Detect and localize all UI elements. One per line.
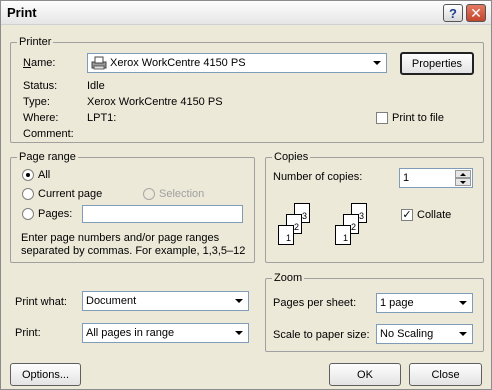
title-bar[interactable]: Print ? ✕ [1, 1, 491, 25]
chevron-down-icon[interactable] [455, 295, 471, 311]
number-of-copies-spinner[interactable]: 1 [399, 168, 473, 188]
type-value: Xerox WorkCentre 4150 PS [87, 96, 223, 108]
scale-value: No Scaling [380, 328, 434, 340]
properties-button[interactable]: Properties [400, 52, 474, 75]
printer-icon [91, 56, 107, 70]
copies-group-label: Copies [272, 151, 311, 163]
print-dialog: Print ? ✕ Printer Name: Xerox WorkCentre… [0, 0, 492, 390]
all-radio[interactable] [22, 169, 34, 181]
print-what-select[interactable]: Document [82, 291, 249, 311]
pages-input[interactable] [82, 205, 243, 223]
print-what-label: Print what: [15, 296, 67, 308]
window-title: Print [7, 5, 37, 20]
printer-group-label: Printer [17, 36, 54, 48]
close-button[interactable]: Close [409, 363, 482, 386]
where-value: LPT1: [87, 112, 117, 124]
page-range-help-line1: Enter page numbers and/or page ranges [21, 232, 220, 244]
status-label: Status: [23, 80, 58, 92]
print-what-value: Document [86, 295, 137, 307]
number-of-copies-value: 1 [403, 172, 410, 184]
collate-page: 1 [278, 225, 294, 245]
chevron-down-icon[interactable] [231, 293, 247, 309]
current-page-radio[interactable] [22, 188, 34, 200]
chevron-down-icon[interactable] [369, 55, 385, 71]
zoom-group-label: Zoom [272, 272, 305, 284]
print-value: All pages in range [86, 327, 175, 339]
number-of-copies-label: Number of copies: [273, 171, 363, 183]
help-button[interactable]: ? [443, 4, 463, 22]
print-to-file-label[interactable]: Print to file [392, 112, 444, 124]
printer-name-value: Xerox WorkCentre 4150 PS [110, 57, 246, 69]
collate-page: 1 [335, 225, 351, 245]
selection-label: Selection [159, 188, 205, 200]
options-label: Options... [21, 368, 70, 381]
current-page-label[interactable]: Current page [38, 188, 102, 200]
printer-name-label: Name: [23, 57, 56, 69]
close-icon: ✕ [470, 4, 482, 21]
pages-per-sheet-label: Pages per sheet: [273, 297, 357, 309]
scale-select[interactable]: No Scaling [376, 324, 473, 344]
options-button[interactable]: Options... [10, 363, 81, 386]
chevron-down-icon[interactable] [455, 326, 471, 342]
pages-label[interactable]: Pages: [38, 208, 72, 220]
where-label: Where: [23, 112, 59, 124]
chevron-down-icon[interactable] [231, 325, 247, 341]
properties-label: Properties [411, 57, 463, 70]
check-icon: ✓ [402, 209, 412, 221]
page-range-help-line2: separated by commas. For example, 1,3,5–… [21, 245, 246, 257]
pages-per-sheet-select[interactable]: 1 page [376, 293, 473, 313]
help-icon: ? [449, 5, 457, 21]
print-label: Print: [15, 327, 41, 339]
print-select[interactable]: All pages in range [82, 323, 249, 343]
print-to-file-checkbox[interactable] [376, 112, 388, 124]
collate-checkbox[interactable]: ✓ [401, 209, 413, 221]
spin-up-icon[interactable] [455, 170, 471, 178]
ok-label: OK [357, 368, 373, 381]
spin-down-icon[interactable] [455, 178, 471, 186]
pages-radio[interactable] [22, 208, 34, 220]
printer-name-select[interactable]: Xerox WorkCentre 4150 PS [87, 53, 387, 73]
page-range-group-label: Page range [17, 151, 78, 163]
comment-label: Comment: [23, 128, 74, 140]
status-value: Idle [87, 80, 105, 92]
selection-radio[interactable] [143, 188, 155, 200]
close-label: Close [431, 368, 460, 381]
collate-label[interactable]: Collate [417, 209, 451, 221]
scale-label: Scale to paper size: [273, 329, 370, 341]
all-label[interactable]: All [38, 169, 50, 181]
ok-button[interactable]: OK [329, 363, 401, 386]
type-label: Type: [23, 96, 50, 108]
pages-per-sheet-value: 1 page [380, 297, 414, 309]
close-window-button[interactable]: ✕ [466, 4, 486, 22]
